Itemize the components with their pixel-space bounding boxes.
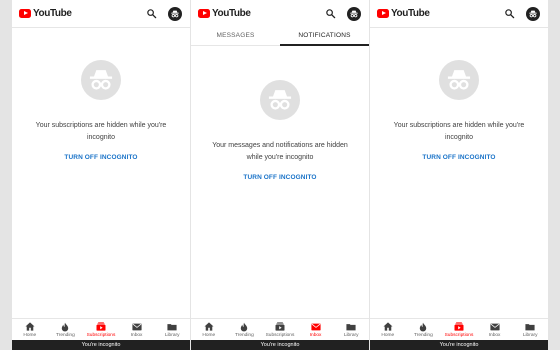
tab-notifications[interactable]: NOTIFICATIONS	[280, 26, 369, 46]
nav-subscriptions[interactable]: Subscriptions	[83, 319, 119, 340]
top-app-bar: YouTube	[370, 0, 548, 28]
youtube-play-icon	[377, 9, 389, 18]
home-icon	[25, 322, 35, 331]
bottom-navigation: Home Trending Subscriptions Inbox Librar…	[370, 318, 548, 340]
nav-label: Trending	[56, 333, 75, 338]
nav-label: Home	[381, 333, 395, 338]
search-icon[interactable]	[144, 7, 158, 21]
nav-label: Library	[343, 333, 359, 338]
incognito-avatar-icon[interactable]	[526, 6, 540, 21]
home-icon	[383, 322, 393, 331]
flame-icon	[418, 322, 428, 331]
turn-off-incognito-button[interactable]: TURN OFF INCOGNITO	[370, 154, 548, 161]
inbox-screen: YouTube MESSAGES NOTIFICATIONS Your mess…	[191, 0, 369, 350]
incognito-icon	[260, 80, 300, 120]
top-app-bar: YouTube	[191, 0, 369, 28]
nav-inbox[interactable]: Inbox	[298, 319, 334, 340]
inbox-icon	[489, 322, 500, 331]
library-icon	[525, 322, 535, 331]
youtube-logo[interactable]: YouTube	[198, 8, 251, 19]
incognito-empty-state: Your subscriptions are hidden while you'…	[370, 60, 548, 161]
nav-library[interactable]: Library	[154, 319, 190, 340]
nav-home[interactable]: Home	[12, 319, 48, 340]
top-app-bar: YouTube	[12, 0, 190, 28]
nav-inbox[interactable]: Inbox	[477, 319, 513, 340]
nav-label: Trending	[414, 333, 433, 338]
home-icon	[204, 322, 214, 331]
flame-icon	[239, 322, 249, 331]
nav-subscriptions[interactable]: Subscriptions	[262, 319, 298, 340]
incognito-empty-state: Your messages and notifications are hidd…	[191, 80, 369, 181]
nav-label: Home	[23, 333, 37, 338]
incognito-icon	[439, 60, 479, 100]
nav-label: Subscriptions	[444, 333, 474, 338]
nav-label: Library	[522, 333, 538, 338]
nav-trending[interactable]: Trending	[227, 319, 263, 340]
nav-label: Library	[164, 333, 180, 338]
inbox-icon	[131, 322, 142, 331]
logo-text: YouTube	[212, 8, 251, 19]
incognito-empty-state: Your subscriptions are hidden while you'…	[12, 60, 190, 161]
youtube-logo[interactable]: YouTube	[377, 8, 430, 19]
subscriptions-icon	[96, 322, 106, 331]
nav-label: Home	[202, 333, 216, 338]
logo-text: YouTube	[33, 8, 72, 19]
incognito-avatar-icon[interactable]	[168, 6, 182, 21]
incognito-status-bar[interactable]: You're incognito	[370, 340, 548, 350]
bottom-navigation: Home Trending Subscriptions Inbox Librar…	[191, 318, 369, 340]
nav-trending[interactable]: Trending	[48, 319, 84, 340]
nav-label: Trending	[235, 333, 254, 338]
turn-off-incognito-button[interactable]: TURN OFF INCOGNITO	[12, 154, 190, 161]
subscriptions-screen: YouTube Your subscriptions are hidden wh…	[370, 0, 548, 350]
nav-subscriptions[interactable]: Subscriptions	[441, 319, 477, 340]
subscriptions-screen: YouTube Your subscriptions are hidden wh…	[12, 0, 190, 350]
library-icon	[167, 322, 177, 331]
nav-label: Subscriptions	[265, 333, 295, 338]
incognito-avatar-icon[interactable]	[347, 6, 361, 21]
youtube-logo[interactable]: YouTube	[19, 8, 72, 19]
incognito-status-bar[interactable]: You're incognito	[191, 340, 369, 350]
hidden-message: Your subscriptions are hidden while you'…	[35, 122, 167, 141]
flame-icon	[60, 322, 70, 331]
hidden-message: Your messages and notifications are hidd…	[212, 142, 348, 161]
inbox-icon	[310, 322, 321, 331]
tab-messages[interactable]: MESSAGES	[191, 26, 280, 45]
nav-library[interactable]: Library	[333, 319, 369, 340]
screenshot-frame: YouTube Your subscriptions are hidden wh…	[0, 0, 560, 350]
search-icon[interactable]	[323, 7, 337, 21]
logo-text: YouTube	[391, 8, 430, 19]
nav-home[interactable]: Home	[191, 319, 227, 340]
nav-label: Inbox	[309, 333, 322, 338]
inbox-tabs: MESSAGES NOTIFICATIONS	[191, 26, 369, 46]
youtube-play-icon	[19, 9, 31, 18]
nav-trending[interactable]: Trending	[406, 319, 442, 340]
nav-home[interactable]: Home	[370, 319, 406, 340]
nav-label: Subscriptions	[86, 333, 116, 338]
subscriptions-icon	[454, 322, 464, 331]
incognito-status-bar[interactable]: You're incognito	[12, 340, 190, 350]
youtube-play-icon	[198, 9, 210, 18]
nav-inbox[interactable]: Inbox	[119, 319, 155, 340]
incognito-icon	[81, 60, 121, 100]
subscriptions-icon	[275, 322, 285, 331]
hidden-message: Your subscriptions are hidden while you'…	[393, 122, 525, 141]
turn-off-incognito-button[interactable]: TURN OFF INCOGNITO	[191, 174, 369, 181]
bottom-navigation: Home Trending Subscriptions Inbox Librar…	[12, 318, 190, 340]
search-icon[interactable]	[502, 7, 516, 21]
nav-label: Inbox	[488, 333, 501, 338]
nav-library[interactable]: Library	[512, 319, 548, 340]
nav-label: Inbox	[130, 333, 143, 338]
library-icon	[346, 322, 356, 331]
